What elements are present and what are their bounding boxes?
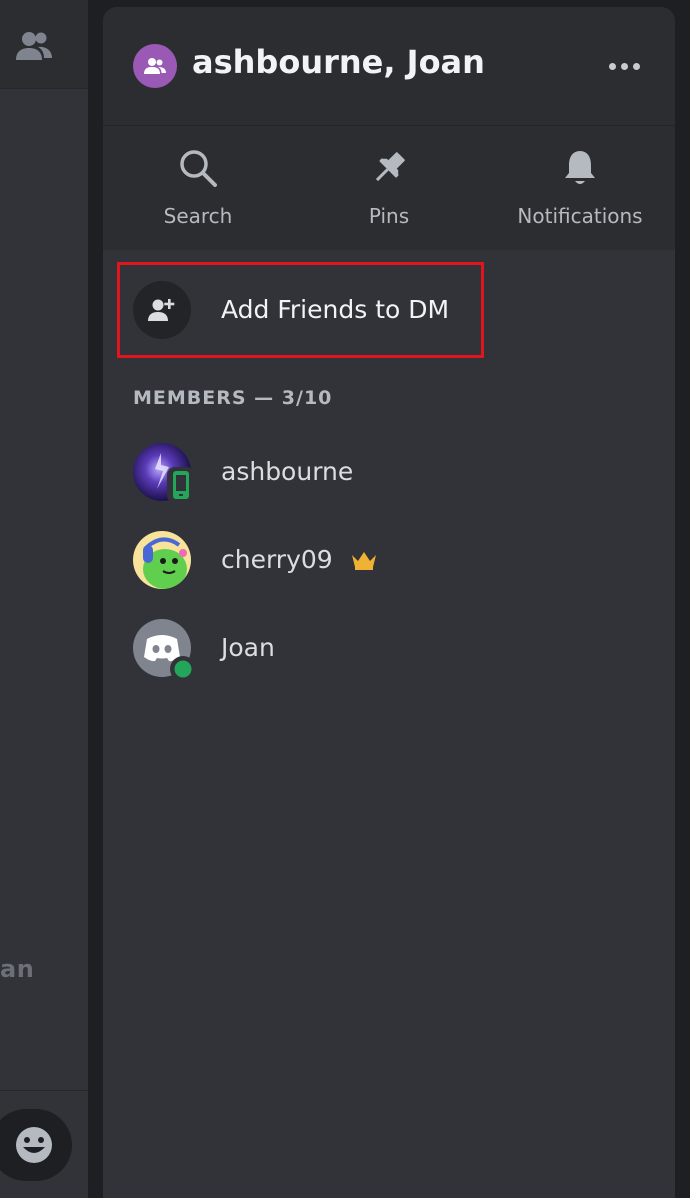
- emoji-button[interactable]: [0, 1109, 72, 1181]
- avatar: [133, 619, 196, 682]
- notifications-button[interactable]: Notifications: [485, 126, 675, 250]
- action-toolbar: Search Pins Notifications: [103, 126, 675, 250]
- chat-pane-partial: an: [0, 0, 88, 1198]
- member-item-cherry09[interactable]: cherry09: [103, 531, 675, 611]
- member-name: ashbourne: [221, 457, 354, 486]
- members-section-header: MEMBERS — 3/10: [133, 387, 333, 409]
- chat-topbar: [0, 0, 88, 89]
- mobile-status-icon: [167, 467, 195, 503]
- add-friends-to-dm-button[interactable]: Add Friends to DM: [117, 262, 484, 358]
- member-name-text: cherry09: [221, 545, 333, 574]
- notifications-label: Notifications: [517, 204, 643, 228]
- more-options-button[interactable]: [603, 55, 647, 79]
- pins-label: Pins: [368, 204, 410, 228]
- search-icon: [180, 150, 217, 187]
- message-bar: [0, 1090, 88, 1198]
- add-friends-label: Add Friends to DM: [221, 295, 450, 324]
- bell-icon: [565, 151, 595, 184]
- emoji-icon: [14, 1125, 54, 1165]
- search-button[interactable]: Search: [103, 126, 293, 250]
- online-status-icon: [170, 656, 196, 682]
- panel-header: ashbourne, Joan: [103, 7, 675, 126]
- avatar: [133, 531, 191, 589]
- dm-details-panel: ashbourne, Joan Search Pins Notification…: [103, 7, 675, 1198]
- member-name: cherry09: [221, 545, 377, 574]
- group-dm-icon: [133, 44, 177, 88]
- avatar: [133, 443, 195, 503]
- pin-icon: [375, 152, 405, 182]
- member-name: Joan: [221, 633, 275, 662]
- add-user-icon: [133, 281, 191, 339]
- members-icon[interactable]: [14, 28, 54, 64]
- pins-button[interactable]: Pins: [294, 126, 484, 250]
- crown-icon: [351, 552, 376, 570]
- member-item-joan[interactable]: Joan: [103, 619, 675, 699]
- member-item-ashbourne[interactable]: ashbourne: [103, 443, 675, 523]
- dm-title: ashbourne, Joan: [192, 43, 485, 81]
- partial-message-text: an: [0, 955, 35, 983]
- search-label: Search: [163, 204, 233, 228]
